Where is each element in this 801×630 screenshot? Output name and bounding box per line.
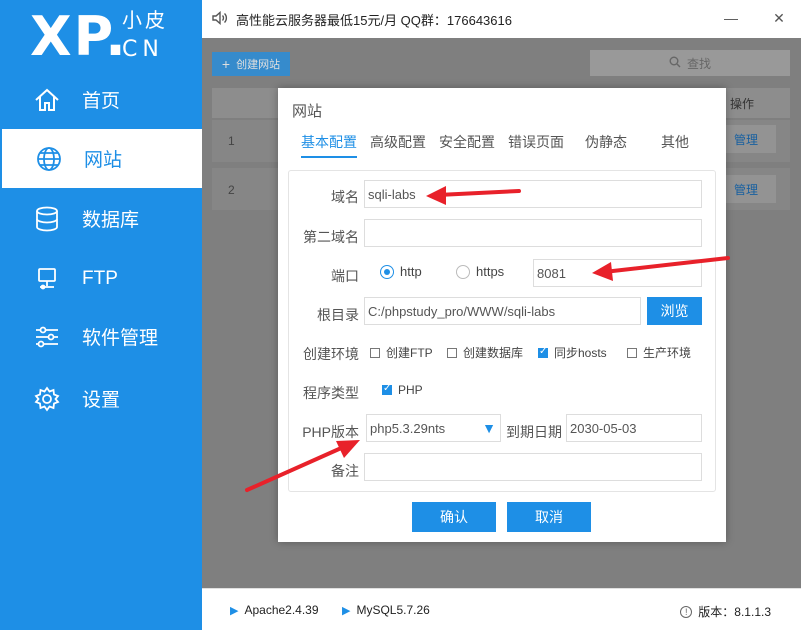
minimize-icon[interactable]: —	[722, 10, 740, 28]
sidebar-item-label: 设置	[82, 390, 121, 411]
checkbox-icon	[370, 347, 380, 358]
expire-date-label: 到期日期	[506, 424, 562, 440]
logo-domain: CN	[122, 37, 164, 62]
php-version-select[interactable]: php5.3.29nts ▼	[366, 414, 501, 442]
env-label: 创建环境	[303, 346, 359, 362]
top-bar: 高性能云服务器最低15元/月 QQ群：176643616 — ✕	[202, 0, 801, 38]
prog-type-label: 程序类型	[303, 385, 359, 401]
sidebar: XP. 小皮 CN 首页 网站 数据库 FTP 软件管理 设置	[0, 0, 202, 630]
radio-selected-icon	[380, 264, 394, 279]
globe-icon	[34, 144, 64, 174]
port-label: 端口	[331, 268, 359, 284]
sidebar-item-label: 数据库	[82, 210, 140, 231]
version-info: ! 版本：8.1.1.3	[680, 603, 771, 620]
website-dialog: 网站 基本配置 高级配置 安全配置 错误页面 伪静态 其他 域名 sqli-la…	[278, 88, 726, 542]
checkbox-label: 生产环境	[643, 346, 692, 360]
tab-advanced[interactable]: 高级配置	[370, 132, 426, 156]
production-checkbox[interactable]: 生产环境	[627, 344, 691, 361]
browse-button[interactable]: 浏览	[647, 297, 702, 325]
logo-subtext: 小皮	[122, 10, 168, 32]
sidebar-item-label: 网站	[84, 150, 123, 171]
status-bar: ▶ Apache2.4.39 ▶ MySQL5.7.26 ! 版本：8.1.1.…	[202, 588, 801, 630]
domain-label: 域名	[331, 189, 359, 205]
gear-icon	[32, 384, 62, 414]
version-label: 版本：8.1.1.3	[698, 605, 771, 619]
tab-other[interactable]: 其他	[661, 132, 689, 156]
dialog-tabs: 基本配置 高级配置 安全配置 错误页面 伪静态 其他	[292, 132, 712, 158]
domain-input[interactable]: sqli-labs	[364, 180, 702, 208]
play-icon: ▶	[230, 604, 239, 617]
php-checkbox[interactable]: PHP	[382, 383, 423, 397]
checkbox-label: PHP	[398, 383, 423, 397]
plus-icon: +	[221, 56, 231, 72]
expire-date-input[interactable]: 2030-05-03	[566, 414, 702, 442]
http-radio[interactable]: http	[380, 264, 422, 279]
home-icon	[32, 85, 62, 115]
notice-banner[interactable]: 高性能云服务器最低15元/月 QQ群：176643616	[212, 10, 512, 29]
tab-rewrite[interactable]: 伪静态	[585, 132, 627, 156]
http-label: http	[400, 264, 422, 279]
create-website-label: 创建网站	[236, 59, 281, 71]
sliders-icon	[32, 322, 62, 352]
cancel-button[interactable]: 取消	[507, 502, 591, 532]
create-website-button[interactable]: + 创建网站	[212, 52, 290, 76]
search-icon	[669, 56, 681, 71]
sidebar-item-label: 软件管理	[82, 328, 159, 349]
basic-config-form: 域名 sqli-labs 第二域名 端口 http https 8081 根目录…	[288, 170, 716, 492]
operation-header: 操作	[730, 97, 755, 111]
https-label: https	[476, 264, 505, 279]
sidebar-item-settings[interactable]: 设置	[0, 369, 202, 428]
row-number: 1	[228, 134, 235, 148]
create-db-checkbox[interactable]: 创建数据库	[447, 344, 523, 361]
tab-basic[interactable]: 基本配置	[301, 132, 357, 158]
second-domain-input[interactable]	[364, 219, 702, 247]
database-icon	[32, 204, 62, 234]
play-icon: ▶	[342, 604, 351, 617]
sidebar-item-website[interactable]: 网站	[2, 129, 202, 188]
logo: XP. 小皮 CN	[30, 6, 190, 66]
create-ftp-checkbox[interactable]: 创建FTP	[370, 344, 433, 361]
notice-text: 高性能云服务器最低15元/月 QQ群：176643616	[236, 13, 512, 28]
service-label: MySQL5.7.26	[356, 603, 430, 617]
checkbox-checked-icon	[538, 346, 548, 358]
sidebar-item-database[interactable]: 数据库	[0, 189, 202, 248]
sidebar-item-label: FTP	[82, 267, 118, 289]
remark-label: 备注	[331, 463, 359, 479]
row-number: 2	[228, 183, 235, 197]
confirm-button[interactable]: 确认	[412, 502, 496, 532]
root-dir-input[interactable]: C:/phpstudy_pro/WWW/sqli-labs	[364, 297, 641, 325]
search-label: 查找	[686, 56, 711, 71]
sidebar-item-ftp[interactable]: FTP	[0, 249, 202, 308]
close-icon[interactable]: ✕	[770, 10, 788, 28]
monitor-icon	[32, 264, 62, 294]
remark-input[interactable]	[364, 453, 702, 481]
sidebar-item-software[interactable]: 软件管理	[0, 307, 202, 366]
checkbox-label: 创建数据库	[463, 346, 524, 360]
https-radio[interactable]: https	[456, 264, 504, 279]
sync-hosts-checkbox[interactable]: 同步hosts	[538, 344, 607, 361]
info-icon: !	[680, 605, 693, 618]
dialog-title: 网站	[292, 103, 323, 120]
service-apache[interactable]: ▶ Apache2.4.39	[230, 603, 319, 617]
search-button[interactable]: 查找	[590, 50, 790, 76]
radio-unselected-icon	[456, 264, 470, 279]
checkbox-icon	[447, 347, 457, 358]
service-mysql[interactable]: ▶ MySQL5.7.26	[342, 603, 430, 617]
checkbox-label: 创建FTP	[386, 346, 433, 360]
port-input[interactable]: 8081	[533, 259, 702, 287]
sidebar-item-label: 首页	[82, 91, 121, 112]
speaker-icon	[212, 10, 228, 28]
checkbox-icon	[627, 347, 637, 358]
logo-text: XP.	[30, 5, 128, 68]
service-label: Apache2.4.39	[244, 603, 319, 617]
checkbox-checked-icon	[382, 383, 392, 395]
php-version-label: PHP版本	[302, 424, 359, 440]
sidebar-item-home[interactable]: 首页	[0, 70, 202, 129]
php-version-value: php5.3.29nts	[370, 420, 446, 436]
tab-security[interactable]: 安全配置	[439, 132, 495, 156]
checkbox-label: 同步hosts	[554, 346, 607, 360]
second-domain-label: 第二域名	[303, 229, 359, 245]
root-dir-label: 根目录	[317, 307, 359, 323]
tab-error-pages[interactable]: 错误页面	[508, 132, 564, 156]
